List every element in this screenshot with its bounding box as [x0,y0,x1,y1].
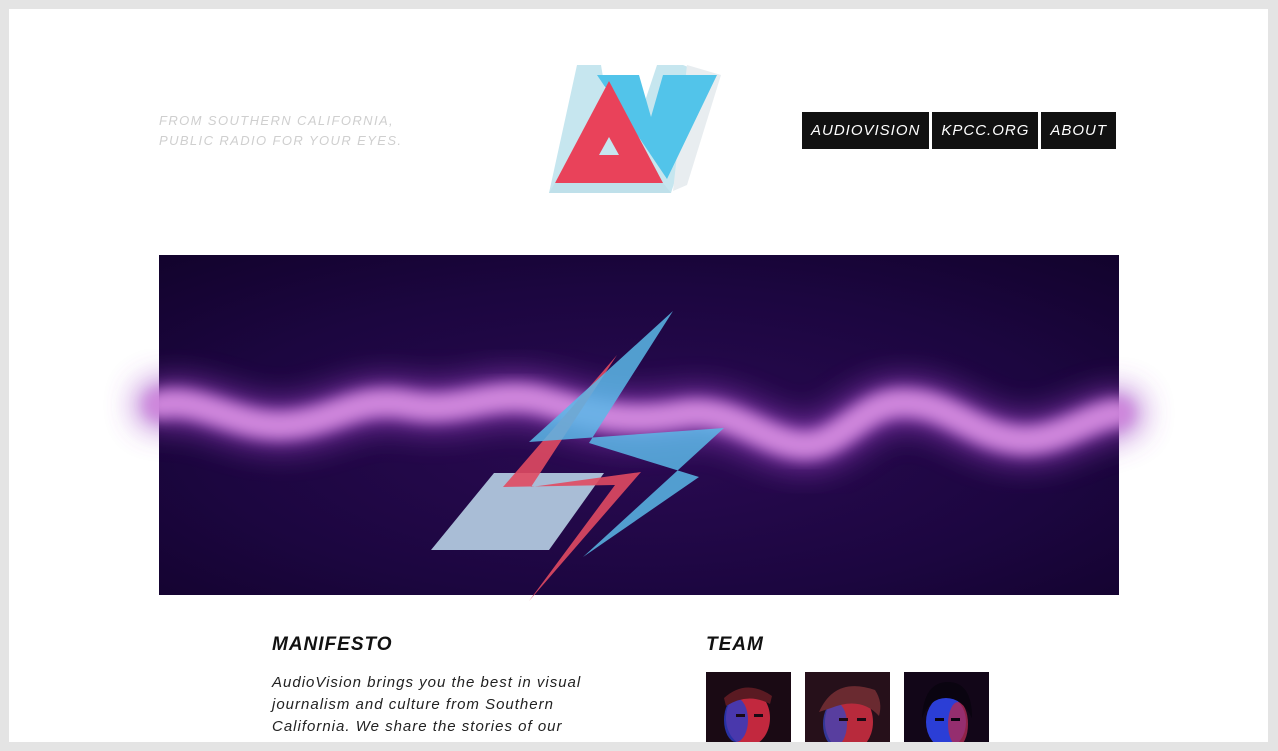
page: FROM SOUTHERN CALIFORNIA, PUBLIC RADIO F… [9,9,1268,742]
av-logo-icon[interactable] [537,61,721,197]
tagline-line-2: PUBLIC RADIO FOR YOUR EYES. [159,133,403,148]
team-heading: TEAM [706,634,764,655]
nav-about[interactable]: ABOUT [1041,112,1117,149]
team-member-photo-3[interactable] [904,672,989,742]
hero-image [136,255,1142,601]
manifesto-line: California. We share the stories of our [272,718,563,735]
hero-banner [136,255,1142,601]
manifesto-line: journalism and culture from Southern [272,696,554,713]
manifesto-line: AudioVision brings you the best in visua… [272,674,582,691]
main-nav: AUDIOVISION KPCC.ORG ABOUT [802,112,1117,149]
team-member-photo-2[interactable] [805,672,890,742]
manifesto-heading: MANIFESTO [272,634,393,655]
tagline-line-1: FROM SOUTHERN CALIFORNIA, [159,113,395,128]
team-section: TEAM [706,634,1026,742]
manifesto-section: MANIFESTO AudioVision brings you the bes… [272,634,612,738]
team-photos [706,672,1026,742]
manifesto-text: AudioVision brings you the best in visua… [272,672,612,738]
nav-kpcc-org[interactable]: KPCC.ORG [932,112,1039,149]
nav-audiovision[interactable]: AUDIOVISION [802,112,930,149]
team-member-photo-1[interactable] [706,672,791,742]
tagline: FROM SOUTHERN CALIFORNIA, PUBLIC RADIO F… [159,111,402,151]
